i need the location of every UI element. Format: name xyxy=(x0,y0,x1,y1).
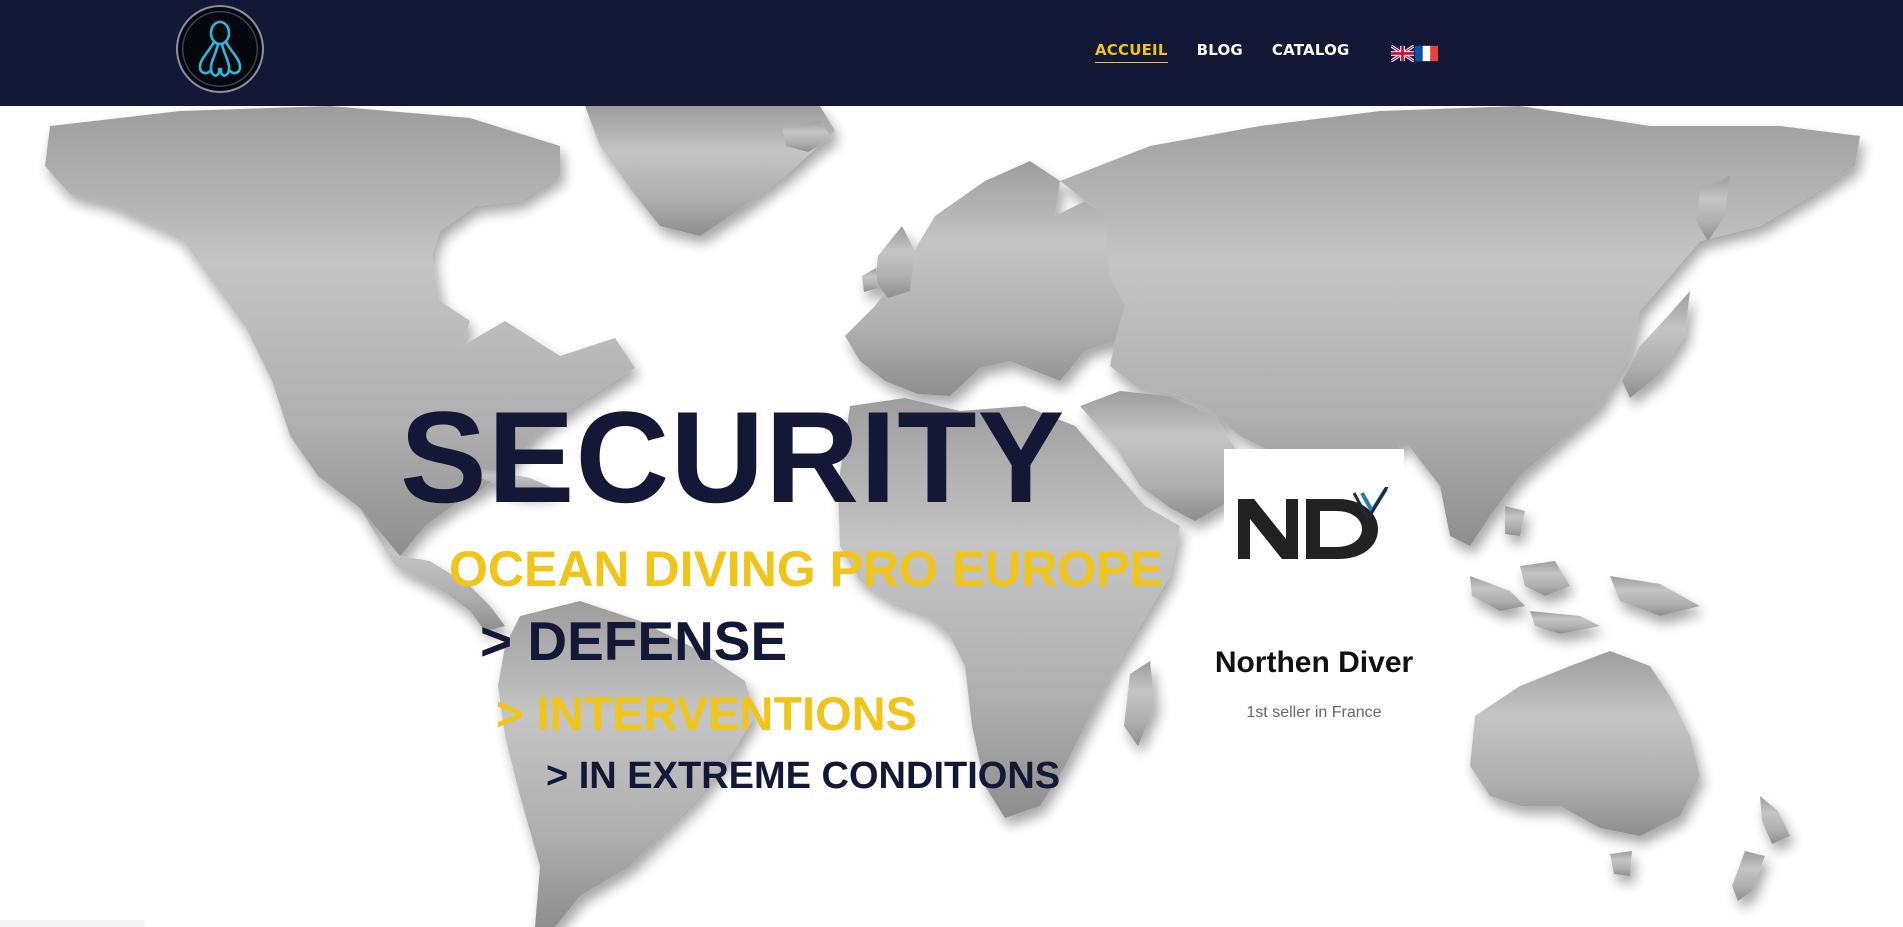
nav-accueil[interactable]: ACCUEIL xyxy=(1095,41,1168,63)
ndiver-logo-icon xyxy=(1238,487,1389,559)
brand-logo-card[interactable] xyxy=(1224,449,1404,629)
tagline-interventions: > INTERVENTIONS xyxy=(496,687,917,740)
nav-catalog[interactable]: CATALOG xyxy=(1272,41,1350,63)
nav-blog[interactable]: BLOG xyxy=(1197,41,1243,63)
brand-tagline: 1st seller in France xyxy=(1246,704,1382,721)
fr-flag-icon[interactable] xyxy=(1414,45,1438,62)
tagline-extreme-conditions: > IN EXTREME CONDITIONS xyxy=(546,755,1061,797)
language-switcher xyxy=(1390,44,1438,62)
uk-flag-icon[interactable] xyxy=(1390,44,1414,62)
site-header: ACCUEIL BLOG CATALOG xyxy=(0,0,1903,106)
tagline-defense: > DEFENSE xyxy=(480,610,788,672)
octopus-logo-icon[interactable] xyxy=(176,5,264,93)
main-nav: ACCUEIL BLOG CATALOG xyxy=(1095,0,1438,106)
hero-section: SECURITY OCEAN DIVING PRO EUROPE > DEFEN… xyxy=(0,106,1903,927)
hero-headline: SECURITY xyxy=(400,384,1066,530)
brand-name: Northen Diver xyxy=(1214,646,1414,679)
company-name: OCEAN DIVING PRO EUROPE xyxy=(449,541,1163,597)
corner-tab xyxy=(0,920,145,927)
